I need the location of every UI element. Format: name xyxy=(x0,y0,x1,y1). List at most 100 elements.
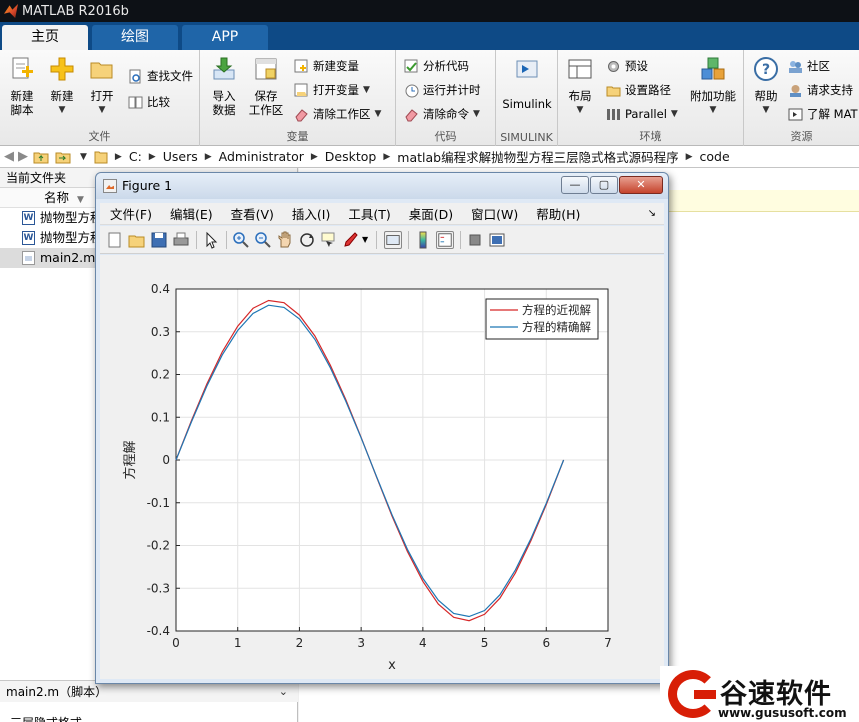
breadcrumb-users[interactable]: Users xyxy=(163,149,198,164)
watermark-url: www.gususoft.com xyxy=(718,706,847,720)
zoom-out-icon[interactable] xyxy=(254,231,272,249)
open-variable-button[interactable]: 打开变量 ▼ xyxy=(294,80,370,100)
clear-commands-button[interactable]: 清除命令 ▼ xyxy=(404,104,480,124)
x-tick-label: 2 xyxy=(296,636,304,650)
menu-edit[interactable]: 编辑(E) xyxy=(160,204,221,223)
menu-window[interactable]: 窗口(W) xyxy=(461,204,526,223)
compare-button[interactable]: 比较 xyxy=(128,92,170,112)
chevron-down-icon: ▼ xyxy=(473,109,480,119)
save-icon[interactable] xyxy=(150,231,168,249)
addons-button[interactable]: 附加功能 ▼ xyxy=(686,56,740,117)
gusu-watermark-logo: 谷速软件 www.gususoft.com xyxy=(660,666,859,722)
community-button[interactable]: 社区 xyxy=(788,56,830,76)
breadcrumb-code[interactable]: code xyxy=(700,149,730,164)
m-file-icon xyxy=(22,251,35,265)
figure-menu-bar: 文件(F) 编辑(E) 查看(V) 插入(I) 工具(T) 桌面(D) 窗口(W… xyxy=(100,203,664,225)
learn-icon xyxy=(788,108,803,120)
simulink-button[interactable]: Simulink xyxy=(499,56,555,111)
layout-button[interactable]: 布局 ▼ xyxy=(562,56,598,117)
menu-file[interactable]: 文件(F) xyxy=(100,204,160,223)
word-document-icon: W xyxy=(22,231,35,245)
chevron-down-icon: ▼ xyxy=(576,105,584,115)
menu-help[interactable]: 帮助(H) xyxy=(526,204,588,223)
import-data-icon xyxy=(213,57,235,80)
menu-tools[interactable]: 工具(T) xyxy=(338,204,398,223)
zoom-in-icon[interactable] xyxy=(232,231,250,249)
y-tick-label: 0.2 xyxy=(151,368,170,382)
analyze-code-button[interactable]: 分析代码 xyxy=(404,56,469,76)
legend-icon[interactable] xyxy=(436,231,454,249)
data-cursor-icon[interactable] xyxy=(320,231,338,249)
menu-view[interactable]: 查看(V) xyxy=(221,204,282,223)
legend-entry-1: 方程的近视解 xyxy=(522,303,591,317)
ribbon-group-environment: 布局 ▼ 预设 设置路径 Parallel ▼ 附加功能 ▼ 环境 xyxy=(558,50,744,146)
toolbar-separator xyxy=(376,231,377,249)
folder-icon xyxy=(606,86,621,96)
print-icon[interactable] xyxy=(172,231,190,249)
figure-icon xyxy=(103,179,117,193)
x-tick-label: 0 xyxy=(172,636,180,650)
learn-matlab-button[interactable]: 了解 MAT xyxy=(788,104,858,124)
colorbar-icon[interactable] xyxy=(414,231,432,249)
new-script-button[interactable]: 新建 脚本 xyxy=(4,56,40,117)
clear-workspace-button[interactable]: 清除工作区 ▼ xyxy=(294,104,381,124)
set-path-button[interactable]: 设置路径 xyxy=(606,80,671,100)
tab-apps[interactable]: APP xyxy=(182,25,268,50)
hide-plot-tools-icon[interactable] xyxy=(466,231,484,249)
maximize-button[interactable]: ▢ xyxy=(590,176,618,194)
parallel-icon xyxy=(607,108,620,120)
help-button[interactable]: ? 帮助 ▼ xyxy=(748,56,784,117)
request-support-button[interactable]: 请求支持 xyxy=(788,80,853,100)
y-tick-label: -0.4 xyxy=(147,624,170,638)
back-arrow-icon[interactable]: ◀ xyxy=(4,149,14,164)
new-figure-icon[interactable] xyxy=(106,231,124,249)
link-plot-icon[interactable] xyxy=(384,231,402,249)
ribbon-group-variable: 导入 数据 保存 工作区 新建变量 打开变量 ▼ 清除工作区 ▼ 变量 xyxy=(200,50,396,146)
breadcrumb-drive[interactable]: C: xyxy=(129,149,142,164)
plot-area[interactable]: 0 1 2 3 4 5 6 7 -0.4 -0.3 -0.2 -0.1 0 0.1 0.2 0.3 0.4 x 方程… xyxy=(100,255,664,679)
new-variable-button[interactable]: 新建变量 xyxy=(294,56,359,76)
gusu-logo-bar xyxy=(694,690,716,699)
menu-desktop[interactable]: 桌面(D) xyxy=(399,204,461,223)
browse-folder-icon[interactable] xyxy=(55,149,71,165)
show-plot-tools-icon[interactable] xyxy=(488,231,506,249)
x-tick-label: 6 xyxy=(542,636,550,650)
app-title-bar: MATLAB R2016b xyxy=(0,0,859,22)
breadcrumb-desktop[interactable]: Desktop xyxy=(325,149,377,164)
chevron-down-icon: ▼ xyxy=(762,105,770,115)
chevron-down-icon[interactable]: ▼ xyxy=(362,235,368,244)
pointer-icon[interactable] xyxy=(202,231,220,249)
breadcrumb-separator: ▶ xyxy=(148,151,156,162)
dock-arrow-icon[interactable]: ↘ xyxy=(648,208,656,219)
pan-hand-icon[interactable] xyxy=(276,231,294,249)
preferences-button[interactable]: 预设 xyxy=(606,56,648,76)
breadcrumb-project[interactable]: matlab编程求解抛物型方程三层隐式格式源码程序 xyxy=(397,147,678,166)
line-chart[interactable]: 0 1 2 3 4 5 6 7 -0.4 -0.3 -0.2 -0.1 0 0.1 0.2 0.3 0.4 x 方程… xyxy=(100,255,664,679)
breadcrumb-user[interactable]: Administrator xyxy=(219,149,304,164)
new-button[interactable]: 新建 ▼ xyxy=(44,56,80,117)
open-button[interactable]: 打开 ▼ xyxy=(84,56,120,117)
gear-icon xyxy=(608,60,619,72)
find-files-button[interactable]: 查找文件 xyxy=(128,66,193,86)
close-button[interactable]: ✕ xyxy=(619,176,663,194)
minimize-button[interactable]: — xyxy=(561,176,589,194)
group-label-code: 代码 xyxy=(434,130,457,143)
tab-home[interactable]: 主页 xyxy=(2,25,88,50)
ribbon-group-simulink: Simulink SIMULINK xyxy=(496,50,558,146)
run-and-time-button[interactable]: 运行并计时 xyxy=(404,80,481,100)
brush-icon[interactable] xyxy=(342,231,360,249)
import-data-button[interactable]: 导入 数据 xyxy=(204,56,244,117)
save-workspace-button[interactable]: 保存 工作区 xyxy=(246,56,286,117)
toolbar-separator xyxy=(196,231,197,249)
rotate-3d-icon[interactable] xyxy=(298,231,316,249)
open-file-icon[interactable] xyxy=(128,231,146,249)
chevron-down-icon[interactable]: ⌄ xyxy=(279,681,288,703)
forward-arrow-icon[interactable]: ▶ xyxy=(18,149,28,164)
up-folder-icon[interactable] xyxy=(33,149,49,165)
chevron-down-icon: ▼ xyxy=(58,105,66,115)
x-tick-label: 7 xyxy=(604,636,612,650)
tab-plots[interactable]: 绘图 xyxy=(92,25,178,50)
toolbar-separator xyxy=(460,231,461,249)
menu-insert[interactable]: 插入(I) xyxy=(282,204,338,223)
parallel-button[interactable]: Parallel ▼ xyxy=(606,104,678,124)
